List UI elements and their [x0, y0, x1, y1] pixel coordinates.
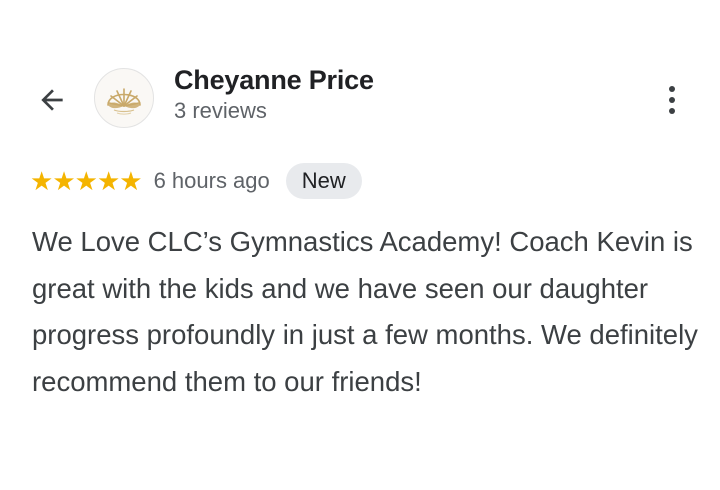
star-rating: ★ ★ ★ ★ ★ — [30, 166, 143, 196]
seashell-logo-icon — [107, 88, 141, 115]
star-icon: ★ — [74, 166, 98, 196]
review-text: We Love CLC’s Gymnastics Academy! Coach … — [32, 226, 698, 397]
star-icon: ★ — [96, 166, 120, 196]
more-vert-icon — [669, 84, 675, 117]
arrow-back-icon — [41, 89, 63, 111]
star-icon: ★ — [30, 166, 53, 196]
back-button[interactable] — [30, 80, 74, 120]
review-meta: ★ ★ ★ ★ ★ 6 hours ago New — [30, 162, 362, 200]
star-icon: ★ — [119, 166, 142, 196]
star-icon: ★ — [52, 166, 75, 196]
new-badge: New — [285, 163, 362, 199]
review-card: Cheyanne Price 3 reviews ★ ★ ★ ★ ★ 6 hours a… — [0, 0, 720, 490]
review-time: 6 hours ago — [153, 168, 270, 193]
avatar[interactable] — [94, 68, 154, 128]
author-review-count[interactable]: 3 reviews — [174, 98, 267, 124]
author-name[interactable]: Cheyanne Price — [174, 65, 374, 96]
review-header: Cheyanne Price 3 reviews — [0, 60, 720, 136]
more-options-button[interactable] — [655, 78, 689, 122]
